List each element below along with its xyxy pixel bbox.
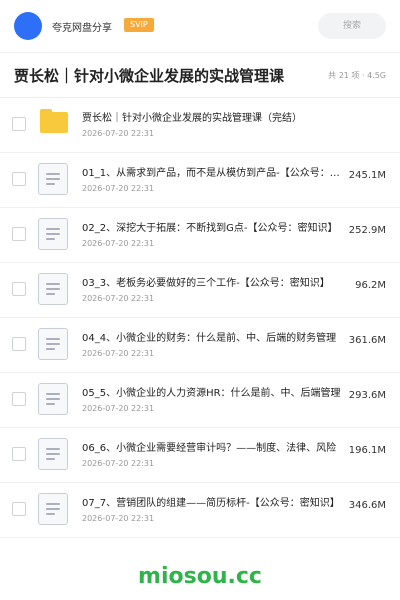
list-item[interactable]: 01_1、从需求到产品，而不是从模仿到产品-【公众号：密知识】 2026-07-… xyxy=(0,153,400,208)
top-bar: 夸克网盘分享 SVIP xyxy=(0,0,400,53)
select-checkbox[interactable] xyxy=(12,392,26,406)
list-item[interactable]: 06_6、小微企业需要经营审计吗？——制度、法律、风险 2026-07-20 2… xyxy=(0,428,400,483)
list-item[interactable]: 02_2、深挖大于拓展：不断找到G点-【公众号：密知识】 2026-07-20 … xyxy=(0,208,400,263)
select-checkbox[interactable] xyxy=(12,172,26,186)
select-checkbox[interactable] xyxy=(12,447,26,461)
item-date: 2026-07-20 22:31 xyxy=(82,514,155,523)
folder-icon xyxy=(40,109,68,133)
item-date: 2026-07-20 22:31 xyxy=(82,349,155,358)
item-date: 2026-07-20 22:31 xyxy=(82,404,155,413)
item-name: 04_4、小微企业的财务：什么是前、中、后端的财务管理 xyxy=(82,333,337,344)
item-size: 196.1M xyxy=(348,445,386,456)
select-checkbox[interactable] xyxy=(12,337,26,351)
app-logo xyxy=(14,12,42,40)
item-name: 05_5、小微企业的人力资源HR：什么是前、中、后端管理 xyxy=(82,388,341,399)
select-checkbox[interactable] xyxy=(12,282,26,296)
file-list: 贾长松｜针对小微企业发展的实战管理课（完结） 2026-07-20 22:31 … xyxy=(0,98,400,538)
item-summary: 共 21 项 · 4.5G xyxy=(328,71,386,80)
item-size: 293.6M xyxy=(348,390,386,401)
item-size: 252.9M xyxy=(348,225,386,236)
item-name: 02_2、深挖大于拓展：不断找到G点-【公众号：密知识】 xyxy=(82,223,338,234)
app-name: 夸克网盘分享 xyxy=(52,23,112,34)
page-title: 贾长松｜针对小微企业发展的实战管理课 xyxy=(14,67,285,85)
search-input[interactable] xyxy=(318,13,386,39)
item-size: 96.2M xyxy=(355,280,386,291)
item-size: 346.6M xyxy=(348,500,386,511)
document-icon xyxy=(38,218,68,250)
item-date: 2026-07-20 22:31 xyxy=(82,184,155,193)
list-item[interactable]: 05_5、小微企业的人力资源HR：什么是前、中、后端管理 2026-07-20 … xyxy=(0,373,400,428)
item-date: 2026-07-20 22:31 xyxy=(82,294,155,303)
item-name: 06_6、小微企业需要经营审计吗？——制度、法律、风险 xyxy=(82,443,337,454)
select-checkbox[interactable] xyxy=(12,117,26,131)
document-icon xyxy=(38,383,68,415)
item-name: 03_3、老板务必要做好的三个工作-【公众号：密知识】 xyxy=(82,278,330,289)
item-name: 贾长松｜针对小微企业发展的实战管理课（完结） xyxy=(82,113,302,124)
list-item[interactable]: 03_3、老板务必要做好的三个工作-【公众号：密知识】 2026-07-20 2… xyxy=(0,263,400,318)
document-icon xyxy=(38,493,68,525)
list-item[interactable]: 04_4、小微企业的财务：什么是前、中、后端的财务管理 2026-07-20 2… xyxy=(0,318,400,373)
item-name: 01_1、从需求到产品，而不是从模仿到产品-【公众号：密知识】 xyxy=(82,168,344,179)
watermark: miosou.cc xyxy=(138,564,262,589)
document-icon xyxy=(38,273,68,305)
list-item[interactable]: 07_7、营销团队的组建——简历标杆-【公众号：密知识】 2026-07-20 … xyxy=(0,483,400,538)
svip-badge: SVIP xyxy=(124,18,154,32)
item-name: 07_7、营销团队的组建——简历标杆-【公众号：密知识】 xyxy=(82,498,340,509)
item-size: 245.1M xyxy=(348,170,386,181)
item-date: 2026-07-20 22:31 xyxy=(82,459,155,468)
list-item[interactable]: 贾长松｜针对小微企业发展的实战管理课（完结） 2026-07-20 22:31 xyxy=(0,98,400,153)
select-checkbox[interactable] xyxy=(12,227,26,241)
document-icon xyxy=(38,163,68,195)
select-checkbox[interactable] xyxy=(12,502,26,516)
item-size: 361.6M xyxy=(348,335,386,346)
document-icon xyxy=(38,328,68,360)
document-icon xyxy=(38,438,68,470)
item-date: 2026-07-20 22:31 xyxy=(82,239,155,248)
item-date: 2026-07-20 22:31 xyxy=(82,129,155,138)
folder-title-bar: 贾长松｜针对小微企业发展的实战管理课 共 21 项 · 4.5G xyxy=(0,53,400,98)
